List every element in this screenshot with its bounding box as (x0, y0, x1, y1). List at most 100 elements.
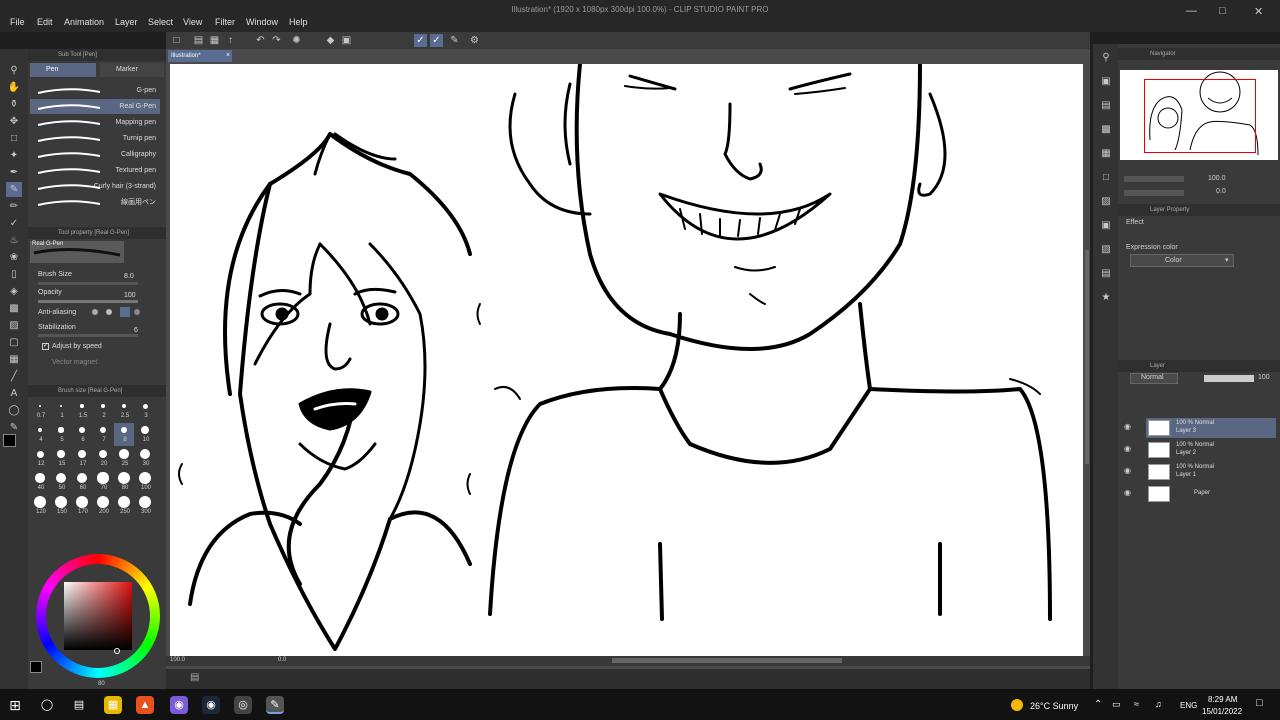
select-tool-icon[interactable]: □ (6, 131, 22, 146)
pencil-tool-icon[interactable]: ✏ (6, 199, 22, 214)
airbrush-tool-icon[interactable]: ♨ (6, 233, 22, 248)
brush-item[interactable]: Textured pen (30, 163, 160, 178)
main-color-swatch[interactable] (3, 434, 16, 447)
item-bank-icon[interactable]: ▦ (1098, 146, 1114, 161)
brush-item[interactable]: Mapping pen (30, 115, 160, 130)
loading-icon[interactable]: ✺ (290, 34, 303, 47)
menu-animation[interactable]: Animation (64, 17, 104, 27)
doc-tab[interactable]: Illustration* (168, 50, 232, 62)
brush-size-cell[interactable]: 1.5 (72, 399, 92, 422)
brush-size-cell[interactable]: 25 (114, 447, 134, 470)
windows-start-icon[interactable]: ⊞ (6, 696, 24, 714)
tab-pen[interactable]: Pen (30, 63, 96, 77)
brush-size-cell[interactable]: 200 (93, 495, 113, 518)
layer-row[interactable]: ◉ 100 % Normal Layer 3 (1124, 418, 1276, 438)
canvas-angle-value[interactable]: 0.0 (278, 657, 286, 663)
brush-size-value[interactable]: 8.0 (124, 273, 144, 280)
close-icon[interactable]: ✕ (1254, 5, 1263, 18)
brush-size-cell[interactable]: 170 (72, 495, 92, 518)
brush-size-cell[interactable]: 1 (51, 399, 71, 422)
menu-filter[interactable]: Filter (215, 17, 235, 27)
nav-zoom-slider[interactable] (1124, 176, 1184, 182)
task-view-icon[interactable]: ▤ (70, 696, 88, 714)
notification-icon[interactable]: □ (1256, 697, 1263, 709)
brush-size-cell[interactable]: 300 (135, 495, 155, 518)
navigator-icon[interactable]: □ (1098, 170, 1114, 185)
color-set-icon[interactable]: ▨ (1098, 194, 1114, 209)
opacity-slider[interactable] (38, 300, 138, 303)
brush-size-cell[interactable]: 60 (72, 471, 92, 494)
adjust-checkbox[interactable]: ✓ (42, 343, 49, 350)
antialias-options[interactable] (90, 307, 150, 317)
brush-size-cell[interactable]: 40 (30, 471, 50, 494)
menu-layer[interactable]: Layer (115, 17, 138, 27)
maximize-icon[interactable]: □ (1219, 5, 1226, 17)
menu-select[interactable]: Select (148, 17, 173, 27)
menu-help[interactable]: Help (289, 17, 308, 27)
material-icon[interactable]: ▣ (1098, 74, 1114, 89)
sub-view-icon[interactable]: ▩ (1098, 122, 1114, 137)
brush-item[interactable]: Turnip pen (30, 131, 160, 146)
brush-size-cell[interactable]: 8 (114, 423, 134, 446)
menu-edit[interactable]: Edit (37, 17, 53, 27)
brush-size-cell[interactable]: 5 (51, 423, 71, 446)
zoom-tool-icon[interactable]: ⚲ (6, 63, 22, 78)
pen-tool-icon[interactable]: ✎ (6, 182, 22, 197)
layer-search-icon[interactable]: ▣ (1098, 218, 1114, 233)
horizontal-scrollbar[interactable] (612, 658, 842, 663)
undo-icon[interactable]: ↶ (254, 34, 267, 47)
brush-size-cell[interactable]: 2.5 (114, 399, 134, 422)
frame-tool-icon[interactable]: ▦ (6, 352, 22, 367)
brush-size-cell[interactable]: 17 (72, 447, 92, 470)
stabilization-value[interactable]: 6 (134, 327, 148, 334)
brush-size-cell[interactable]: 0.7 (30, 399, 50, 422)
expression-color-select[interactable]: Color ▾ (1130, 254, 1234, 267)
brush-size-cell[interactable]: 7 (93, 423, 113, 446)
color-wheel[interactable] (36, 554, 160, 678)
correct-line-tool-icon[interactable]: ✎ (6, 420, 22, 435)
brush-item[interactable]: Curly hair (3-strand) (30, 179, 160, 194)
navigator-viewport[interactable] (1144, 79, 1256, 153)
canvas-zoom-value[interactable]: 100.0 (170, 657, 185, 663)
steam-icon[interactable]: ◉ (202, 696, 220, 714)
brush-size-cell[interactable]: 3 (135, 399, 155, 422)
menu-file[interactable]: File (10, 17, 25, 27)
eye-icon[interactable]: ◉ (1124, 488, 1131, 497)
lasso-tool-icon[interactable]: ✦ (6, 148, 22, 163)
eye-icon[interactable]: ◉ (1124, 466, 1131, 475)
color-swatch-main[interactable] (30, 661, 42, 673)
decoration-tool-icon[interactable]: ❀ (6, 250, 22, 265)
layer-row[interactable]: ◉ 100 % Normal Layer 1 (1124, 462, 1276, 482)
transform-icon[interactable]: ▣ (340, 34, 353, 47)
brush-size-cell[interactable]: 80 (114, 471, 134, 494)
fill-icon[interactable]: ◆ (324, 34, 337, 47)
saturation-square[interactable] (64, 582, 132, 650)
eraser-tool-icon[interactable]: ▯ (6, 267, 22, 282)
brush-item[interactable]: 線画用ペン (30, 195, 160, 210)
blend-tool-icon[interactable]: ◈ (6, 284, 22, 299)
move-tool-icon[interactable]: ✥ (6, 114, 22, 129)
brush-size-cell[interactable]: 10 (135, 423, 155, 446)
gradient-tool-icon[interactable]: ▨ (6, 318, 22, 333)
stabilization-slider[interactable] (38, 334, 138, 337)
search-icon[interactable]: ⚲ (1098, 50, 1114, 65)
drawing-canvas[interactable] (170, 64, 1083, 656)
new-icon[interactable]: □ (170, 34, 183, 47)
language-indicator[interactable]: ENG (1180, 701, 1197, 710)
save-icon[interactable]: ▦ (208, 34, 221, 47)
snap-grid-icon[interactable]: ✓ (430, 34, 443, 47)
navigator-preview[interactable] (1120, 70, 1278, 160)
info-icon[interactable]: ▧ (1098, 242, 1114, 257)
redo-icon[interactable]: ↷ (270, 34, 283, 47)
search-icon[interactable]: ◯ (38, 696, 56, 714)
layer-opacity-value[interactable]: 100 (1258, 374, 1270, 381)
brush-size-cell[interactable]: 150 (51, 495, 71, 518)
brave-browser-icon[interactable]: ▲ (136, 696, 154, 714)
eyedropper-tool-icon[interactable]: ⚱ (6, 97, 22, 112)
layer-row[interactable]: ◉ 100 % Normal Layer 2 (1124, 440, 1276, 460)
eye-icon[interactable]: ◉ (1124, 444, 1131, 453)
brush-size-slider[interactable] (38, 282, 138, 285)
brush-item[interactable]: Calligraphy (30, 147, 160, 162)
ruler-tool-icon[interactable]: ╱ (6, 369, 22, 384)
brush-size-cell[interactable]: 70 (93, 471, 113, 494)
